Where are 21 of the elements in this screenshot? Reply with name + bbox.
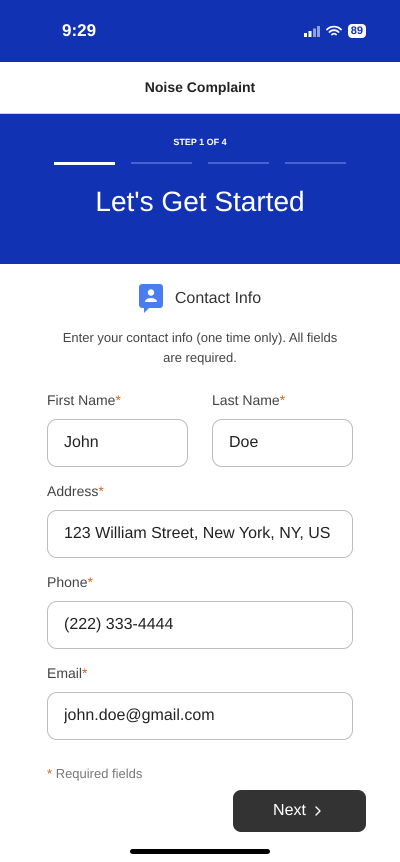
input-field[interactable]: (222) 333-4444 xyxy=(47,601,353,649)
input-field[interactable]: 123 William Street, New York, NY, US xyxy=(47,510,353,558)
required-note: * Required fields xyxy=(46,765,144,783)
wifi-icon xyxy=(326,25,342,37)
next-button[interactable]: Next xyxy=(233,790,366,832)
banner-heading: Let's Get Started xyxy=(95,184,305,218)
page-title: Noise Complaint xyxy=(144,78,256,97)
step-label: STEP 1 OF 4 xyxy=(173,136,227,149)
field-label: Address* xyxy=(47,482,105,501)
battery-level: 89 xyxy=(348,24,366,38)
status-time: 9:29 xyxy=(62,20,96,42)
signal-icon xyxy=(304,26,320,36)
input-field[interactable]: Doe xyxy=(212,419,353,467)
section-title: Contact Info xyxy=(174,289,262,309)
contact-icon xyxy=(138,284,163,314)
field-label: Email* xyxy=(47,664,88,683)
field-label: Last Name* xyxy=(212,391,286,410)
field-label: Phone* xyxy=(47,573,94,592)
section-description: Enter your contact info (one time only). All fields are required. xyxy=(62,329,338,367)
input-field[interactable]: John xyxy=(47,419,188,467)
field-label: First Name* xyxy=(47,391,122,410)
